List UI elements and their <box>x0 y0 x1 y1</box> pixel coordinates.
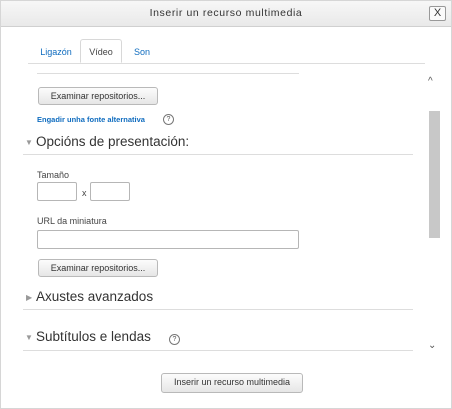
section-divider <box>23 154 413 155</box>
dialog-title: Inserir un recurso multimedia <box>149 7 303 19</box>
close-button[interactable]: X <box>429 6 446 21</box>
caret-down-icon[interactable]: ▼ <box>25 138 33 147</box>
subtitles-captions-heading[interactable]: Subtítulos e lendas <box>36 329 151 344</box>
add-alternative-source-link[interactable]: Engadir unha fonte alternativa <box>37 115 145 124</box>
section-divider <box>23 309 413 310</box>
presentation-options-heading[interactable]: Opcións de presentación: <box>36 134 189 149</box>
size-separator: x <box>82 188 87 198</box>
tab-audio[interactable]: Son <box>127 40 157 64</box>
caret-down-icon[interactable]: ▼ <box>25 333 33 342</box>
scrollbar-thumb[interactable] <box>429 111 440 238</box>
insert-media-button[interactable]: Inserir un recurso multimedia <box>161 373 303 393</box>
divider <box>37 73 299 74</box>
browse-repositories-button-2[interactable]: Examinar repositorios... <box>38 259 158 277</box>
help-icon[interactable]: ? <box>169 334 180 345</box>
width-input[interactable] <box>37 182 77 201</box>
size-label: Tamaño <box>37 170 70 180</box>
tab-link[interactable]: Ligazón <box>35 40 77 64</box>
dialog-titlebar: Inserir un recurso multimedia X <box>1 1 451 27</box>
media-dialog: Inserir un recurso multimedia X Ligazón … <box>0 0 452 409</box>
scrollbar[interactable]: ^ ⌄ <box>425 73 442 355</box>
browse-repositories-button[interactable]: Examinar repositorios... <box>38 87 158 105</box>
scroll-up-icon[interactable]: ^ <box>428 76 433 87</box>
thumbnail-url-input[interactable] <box>37 230 299 249</box>
height-input[interactable] <box>90 182 130 201</box>
thumbnail-url-label: URL da miniatura <box>37 216 107 226</box>
caret-right-icon[interactable]: ▶ <box>26 293 32 302</box>
help-icon[interactable]: ? <box>163 114 174 125</box>
advanced-settings-heading[interactable]: Axustes avanzados <box>36 289 153 304</box>
section-divider <box>23 350 413 351</box>
tab-video[interactable]: Vídeo <box>80 39 122 63</box>
video-pane: Examinar repositorios... Engadir unha fo… <box>22 64 442 361</box>
scroll-down-icon[interactable]: ⌄ <box>428 340 436 351</box>
